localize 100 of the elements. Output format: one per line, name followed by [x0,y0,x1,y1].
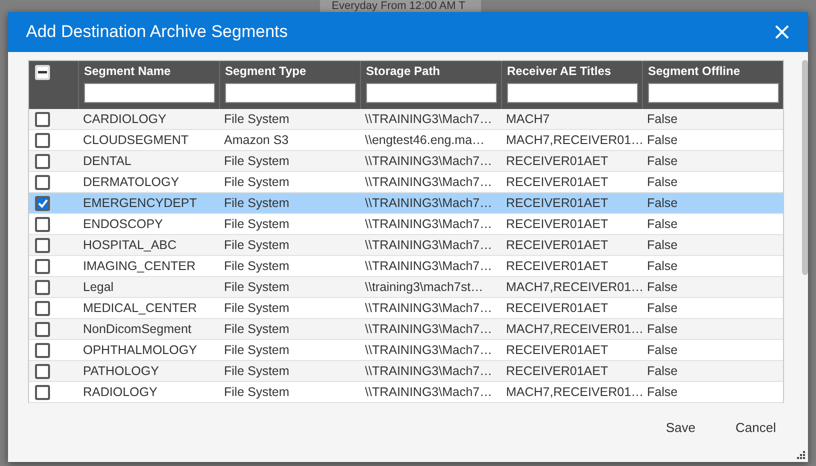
row-checkbox[interactable] [35,322,50,336]
table-cell-text: \\TRAINING3\Mach7… [364,342,494,359]
table-row[interactable]: NonDicomSegment File System \\TRAINING3\Mach7… MACH7,RECEIVER01… False [29,319,783,340]
table-cell-text: False [646,132,679,149]
table-cell-text: OPHTHALMOLOGY [82,342,198,359]
row-checkbox[interactable] [35,258,50,274]
row-checkbox[interactable] [35,384,50,400]
select-all-checkbox[interactable] [35,65,50,80]
table-cell-text: RECEIVER01AET [505,237,610,254]
table-row[interactable]: EMERGENCYDEPT File System \\TRAINING3\Mach7… RECEIVER01AET False [29,193,783,214]
table-cell-text: \\TRAINING3\Mach7… [364,174,494,191]
table-row[interactable]: OPHTHALMOLOGY File System \\TRAINING3\Mach7… RECEIVER01AET False [29,340,783,361]
table-row[interactable]: IMAGING_CENTER File System \\TRAINING3\Mach7… RECEIVER01AET False [29,256,783,277]
table-cell-text: False [646,300,679,317]
row-checkbox[interactable] [35,238,50,252]
table-cell-text: RECEIVER01AET [505,153,610,170]
row-checkbox[interactable] [35,174,50,190]
checkmark-icon [38,198,48,208]
table-row[interactable]: MEDICAL_CENTER File System \\TRAINING3\Mach7… RECEIVER01AET False [29,298,783,319]
row-checkbox[interactable] [35,132,50,148]
table-cell-text: \\engtest46.eng.ma… [364,132,486,149]
table-cell-text: False [646,384,679,401]
table-cell-text: NonDicomSegment [82,321,192,338]
table-cell-text: File System [223,363,290,380]
column-header[interactable]: Segment Offline [648,64,778,79]
table-cell-text: DENTAL [82,153,132,170]
table-cell-text: MEDICAL_CENTER [82,300,198,317]
table-row[interactable]: HOSPITAL_ABC File System \\TRAINING3\Mach7… RECEIVER01AET False [29,235,783,256]
table-cell-text: \\TRAINING3\Mach7… [364,195,494,212]
table-row[interactable]: CLOUDSEGMENT Amazon S3 \\engtest46.eng.ma… MACH7,RECEIVER01… False [29,130,783,151]
save-button[interactable]: Save [664,416,698,439]
filter-field[interactable] [366,83,497,103]
table-cell-text: False [646,174,679,191]
filter-field[interactable] [84,83,215,103]
background-text: Everyday From 12:00 AM T [320,0,482,12]
table-cell-text: CARDIOLOGY [82,111,168,128]
minus-icon [38,71,47,74]
column-header[interactable]: Segment Name [84,64,214,79]
table-cell-text: MACH7,RECEIVER01… [505,384,642,401]
close-icon[interactable] [774,24,790,40]
table-cell-text: \\TRAINING3\Mach7… [364,300,494,317]
filter-field[interactable] [648,83,779,103]
column-header[interactable]: Segment Type [225,64,355,79]
table-cell-text: File System [223,216,290,233]
table-cell-text: False [646,237,679,254]
table-cell-text: \\training3\mach7st… [364,279,484,296]
table-cell-text: File System [223,195,290,212]
table-row[interactable]: Legal File System \\training3\mach7st… MACH7,RECEIVER01… False [29,277,783,298]
row-checkbox[interactable] [35,300,50,316]
column-header[interactable]: Storage Path [366,64,496,79]
table-cell-text: MACH7 [505,111,551,128]
table-row[interactable]: RADIOLOGY File System \\TRAINING3\Mach7… MACH7,RECEIVER01… False [29,382,783,403]
filter-field[interactable] [225,83,356,103]
table-row[interactable]: CARDIOLOGY File System \\TRAINING3\Mach7… MACH7 False [29,109,783,130]
filter-field[interactable] [507,83,638,103]
table-cell-text: \\TRAINING3\Mach7… [364,384,494,401]
table-cell-text: MACH7,RECEIVER01… [505,279,642,296]
dialog-title: Add Destination Archive Segments [26,22,289,42]
table-cell-text: \\TRAINING3\Mach7… [364,321,494,338]
table-row[interactable]: ENDOSCOPY File System \\TRAINING3\Mach7… RECEIVER01AET False [29,214,783,235]
column-header[interactable]: Receiver AE Titles [507,64,637,79]
table-cell-text: File System [223,384,290,401]
table-cell-text: RECEIVER01AET [505,174,610,191]
table-cell-text: \\TRAINING3\Mach7… [364,153,494,170]
table-cell-text: EMERGENCYDEPT [82,195,198,212]
table-cell-text: CLOUDSEGMENT [82,132,190,149]
table-cell-text: False [646,153,679,170]
row-checkbox[interactable] [35,216,50,232]
table-cell-text: RECEIVER01AET [505,216,610,233]
table-cell-text: \\TRAINING3\Mach7… [364,111,494,128]
table-cell-text: False [646,216,679,233]
table-cell-text: HOSPITAL_ABC [82,237,178,254]
table-cell-text: File System [223,279,290,296]
table-cell-text: False [646,342,679,359]
cancel-button[interactable]: Cancel [734,416,778,439]
table-cell-text: \\TRAINING3\Mach7… [364,237,494,254]
table-cell-text: False [646,363,679,380]
table-cell-text: False [646,111,679,128]
table-cell-text: \\TRAINING3\Mach7… [364,363,494,380]
row-checkbox[interactable] [35,196,50,210]
table-row[interactable]: DENTAL File System \\TRAINING3\Mach7… RECEIVER01AET False [29,151,783,172]
table-cell-text: Amazon S3 [223,132,290,149]
row-checkbox[interactable] [35,154,50,168]
table-cell-text: RECEIVER01AET [505,300,610,317]
table-row[interactable]: DERMATOLOGY File System \\TRAINING3\Mach7… RECEIVER01AET False [29,172,783,193]
row-checkbox[interactable] [35,280,50,294]
table-cell-text: IMAGING_CENTER [82,258,197,275]
table-cell-text: RECEIVER01AET [505,342,610,359]
scrollbar-thumb[interactable] [802,60,808,275]
table-cell-text: \\TRAINING3\Mach7… [364,216,494,233]
row-checkbox[interactable] [35,364,50,378]
row-checkbox[interactable] [35,112,50,126]
table-cell-text: File System [223,174,290,191]
table-cell-text: DERMATOLOGY [82,174,180,191]
table-cell-text: PATHOLOGY [82,363,160,380]
table-row[interactable]: PATHOLOGY File System \\TRAINING3\Mach7… RECEIVER01AET False [29,361,783,382]
table-cell-text: MACH7,RECEIVER01… [505,321,642,338]
resize-grip-icon[interactable] [797,451,805,459]
row-checkbox[interactable] [35,342,50,358]
table-cell-text: File System [223,258,290,275]
